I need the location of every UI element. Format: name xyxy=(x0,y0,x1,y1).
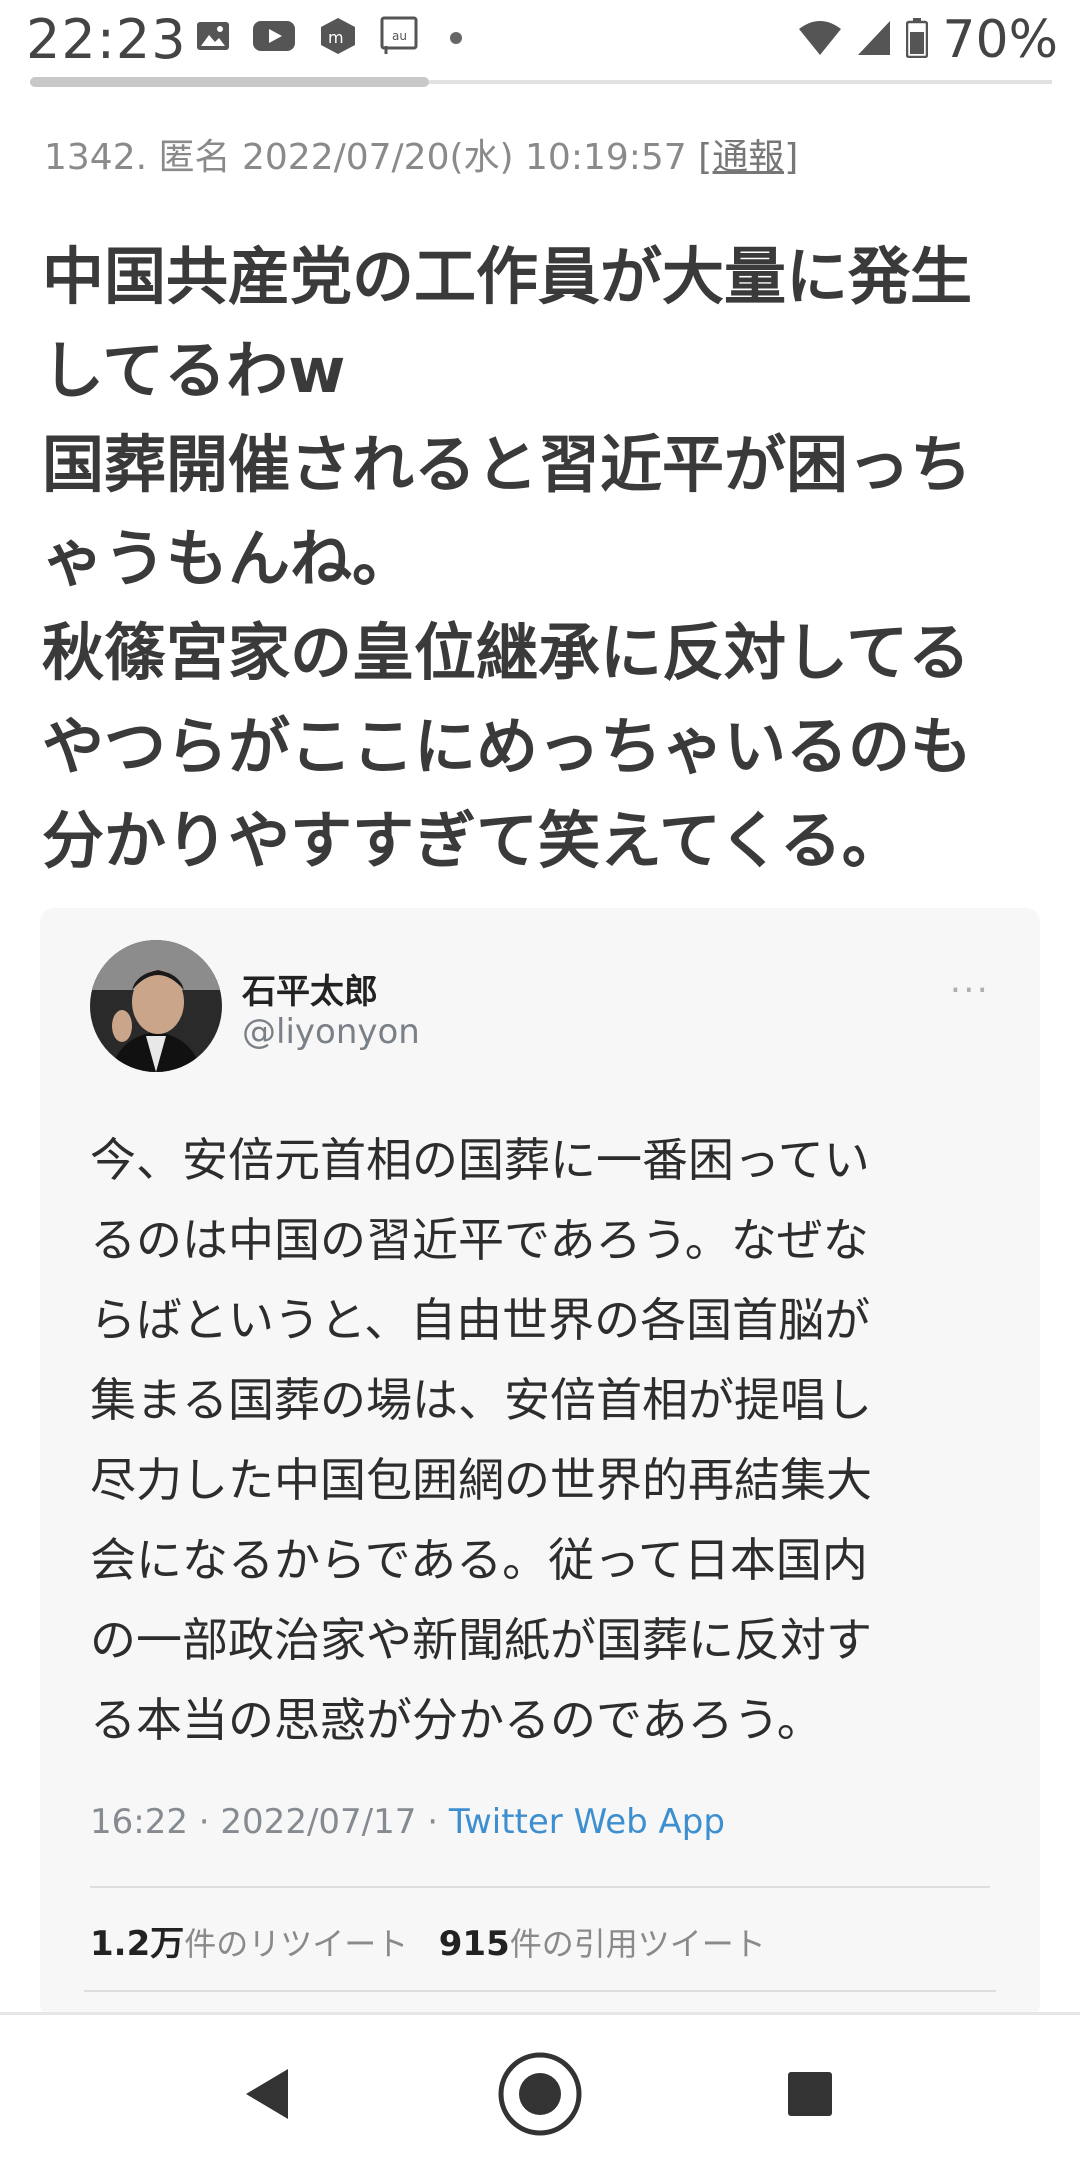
tweet-source-link[interactable]: Twitter Web App xyxy=(449,1802,725,1842)
embedded-tweet-card[interactable]: 石平太郎 @liyonyon ··· 今、安倍元首相の国葬に一番困ってい るのは… xyxy=(40,908,1040,2018)
tweet-line: 集まる国葬の場は、安倍首相が提唱し xyxy=(90,1373,872,1427)
post-number: 1342. xyxy=(44,137,148,178)
mercari-icon: m xyxy=(318,16,358,60)
system-nav-bar xyxy=(0,2012,1080,2163)
youtube-icon xyxy=(252,20,296,56)
post-line: 中国共産党の工作員が大量に発生 xyxy=(42,240,973,313)
divider xyxy=(84,1990,996,1992)
post-body: 中国共産党の工作員が大量に発生 してるわw 国葬開催されると習近平が困っち ゃう… xyxy=(42,230,1052,888)
post-author: 匿名 xyxy=(158,137,231,178)
svg-text:au: au xyxy=(392,29,407,43)
au-icon: au xyxy=(380,16,418,60)
meta-separator: · xyxy=(416,1802,449,1842)
tweet-line: 今、安倍元首相の国葬に一番困ってい xyxy=(90,1133,870,1187)
tweet-author-handle[interactable]: @liyonyon xyxy=(242,1012,420,1052)
tweet-body: 今、安倍元首相の国葬に一番困ってい るのは中国の習近平であろう。なぜな らばとい… xyxy=(90,1120,1000,1760)
battery-icon xyxy=(906,18,929,62)
svg-text:m: m xyxy=(328,28,344,47)
notification-icons: m au xyxy=(196,16,462,60)
divider xyxy=(90,1886,990,1888)
retweet-label[interactable]: 件のリツイート xyxy=(184,1925,408,1963)
back-icon[interactable] xyxy=(222,2049,312,2139)
post-header: 1342. 匿名 2022/07/20(水) 10:19:57 [通報] xyxy=(44,128,798,180)
page-progress-bar xyxy=(30,77,1052,87)
tweet-meta: 16:22 · 2022/07/17 · Twitter Web App xyxy=(90,1802,725,1842)
post-line: 分かりやすすぎて笑えてくる。 xyxy=(42,804,904,877)
report-link[interactable]: [通報] xyxy=(698,137,798,178)
tweet-author-name[interactable]: 石平太郎 xyxy=(242,964,378,1013)
post-line: 国葬開催されると習近平が困っち xyxy=(42,428,973,501)
meta-separator: · xyxy=(187,1802,221,1842)
more-options-icon[interactable]: ··· xyxy=(950,970,990,1011)
status-time: 22:23 xyxy=(26,8,187,71)
tweet-date: 2022/07/17 xyxy=(220,1802,417,1842)
retweet-count[interactable]: 1.2万 xyxy=(90,1924,184,1964)
tweet-line: る本当の思惑が分かるのであろう。 xyxy=(90,1693,823,1747)
post-line: やつらがここにめっちゃいるのも xyxy=(42,710,973,783)
tweet-line: 尽力した中国包囲網の世界的再結集大 xyxy=(90,1453,872,1507)
tweet-line: るのは中国の習近平であろう。なぜな xyxy=(90,1213,869,1267)
tweet-line: の一部政治家や新聞紙が国葬に反対す xyxy=(90,1613,872,1667)
tweet-stats: 1.2万件のリツイート 915件の引用ツイート xyxy=(90,1916,766,1965)
wifi-icon xyxy=(798,19,842,61)
tweet-time: 16:22 xyxy=(90,1802,188,1842)
status-right: 70% xyxy=(798,8,1058,72)
quote-label[interactable]: 件の引用ツイート xyxy=(510,1925,766,1963)
signal-icon xyxy=(856,19,892,61)
status-bar: 22:23 m au 70% xyxy=(0,0,1080,80)
image-icon xyxy=(196,21,230,55)
post-line: ゃうもんね。 xyxy=(42,522,415,595)
battery-percent: 70% xyxy=(942,10,1058,70)
post-line: 秋篠宮家の皇位継承に反対してる xyxy=(42,616,971,689)
tweet-line: らばというと、自由世界の各国首脳が xyxy=(90,1293,871,1347)
page-progress-fill xyxy=(30,77,429,87)
home-icon[interactable] xyxy=(495,2049,585,2139)
recents-icon[interactable] xyxy=(765,2049,855,2139)
post-datetime: 2022/07/20(水) 10:19:57 xyxy=(241,137,687,178)
post-line: してるわw xyxy=(42,334,346,407)
quote-count[interactable]: 915 xyxy=(439,1924,510,1964)
avatar[interactable] xyxy=(90,940,222,1072)
more-notifications-dot xyxy=(450,32,462,44)
tweet-line: 会になるからである。従って日本国内 xyxy=(90,1533,868,1587)
